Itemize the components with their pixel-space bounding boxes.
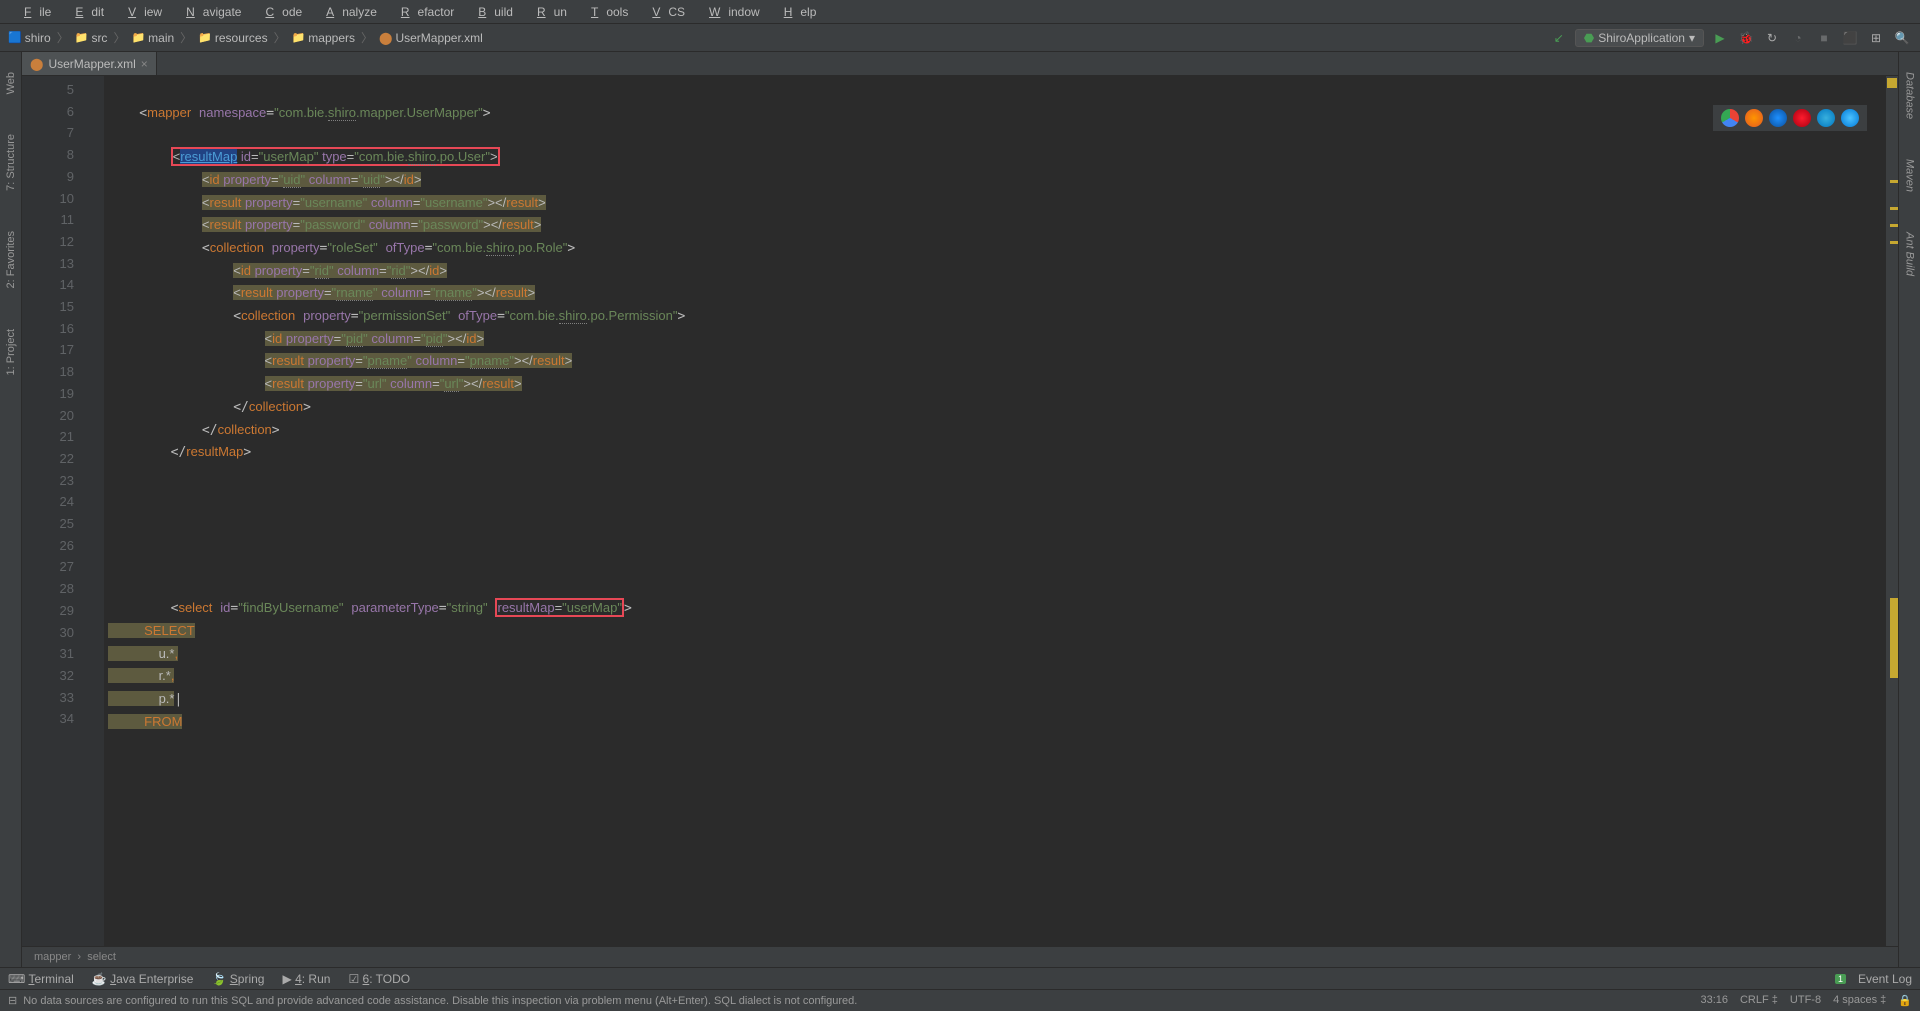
coverage-button[interactable]: ↻: [1762, 28, 1782, 48]
menu-bar: FileEditViewNavigateCodeAnalyzeRefactorB…: [0, 0, 1920, 24]
menu-run[interactable]: Run: [521, 3, 575, 21]
breadcrumb-shiro[interactable]: 🟦 shiro: [8, 31, 51, 45]
opera-icon[interactable]: [1793, 109, 1811, 127]
ie-icon[interactable]: [1817, 109, 1835, 127]
event-log[interactable]: Event Log: [1858, 972, 1912, 986]
tool-web[interactable]: Web: [5, 72, 17, 94]
tool-antbuild[interactable]: Ant Build: [1904, 232, 1916, 276]
menu-code[interactable]: Code: [249, 3, 310, 21]
menu-view[interactable]: View: [112, 3, 170, 21]
git-update-icon[interactable]: ⬛: [1840, 28, 1860, 48]
menu-edit[interactable]: Edit: [59, 3, 112, 21]
git-pull-icon[interactable]: ↙: [1549, 28, 1569, 48]
breadcrumb-mappers[interactable]: 📁 mappers: [292, 31, 355, 45]
menu-file[interactable]: File: [8, 3, 59, 21]
tool-project[interactable]: 1: Project: [5, 329, 17, 375]
code-editor[interactable]: 5678910111213141516171819202122232425262…: [22, 76, 1898, 946]
menu-navigate[interactable]: Navigate: [170, 3, 249, 21]
run-button[interactable]: ▶: [1710, 28, 1730, 48]
code-structure-breadcrumb[interactable]: mapper › select: [22, 946, 1898, 967]
caret-position[interactable]: 33:16: [1700, 994, 1728, 1007]
editor-tabs: ⬤ UserMapper.xml ×: [22, 52, 1898, 76]
menu-build[interactable]: Build: [462, 3, 521, 21]
run-config-select[interactable]: ⬣ ShiroApplication ▾: [1575, 29, 1704, 47]
tool-database[interactable]: Database: [1904, 72, 1916, 119]
menu-refactor[interactable]: Refactor: [385, 3, 462, 21]
breadcrumb: 🟦 shiro〉📁 src〉📁 main〉📁 resources〉📁 mappe…: [8, 29, 483, 46]
line-gutter: 5678910111213141516171819202122232425262…: [22, 76, 92, 946]
navigation-toolbar: 🟦 shiro〉📁 src〉📁 main〉📁 resources〉📁 mappe…: [0, 24, 1920, 52]
tool-structure[interactable]: 7: Structure: [5, 134, 17, 191]
status-message: No data sources are configured to run th…: [23, 995, 857, 1007]
tool-favorites[interactable]: 2: Favorites: [5, 231, 17, 288]
breadcrumb-main[interactable]: 📁 main: [131, 31, 174, 45]
menu-tools[interactable]: Tools: [575, 3, 636, 21]
menu-analyze[interactable]: Analyze: [310, 3, 385, 21]
safari-icon[interactable]: [1769, 109, 1787, 127]
error-stripe[interactable]: [1886, 76, 1898, 946]
left-tool-stripe: Web 7: Structure 2: Favorites 1: Project: [0, 52, 22, 967]
debug-button[interactable]: 🐞: [1736, 28, 1756, 48]
firefox-icon[interactable]: [1745, 109, 1763, 127]
tool-run[interactable]: ▶ 4: Run: [282, 972, 330, 986]
encoding[interactable]: UTF-8: [1790, 994, 1821, 1007]
lock-icon[interactable]: 🔒: [1898, 994, 1912, 1007]
event-badge: 1: [1835, 974, 1846, 984]
status-icon[interactable]: ⊟: [8, 994, 17, 1007]
edge-icon[interactable]: [1841, 109, 1859, 127]
bottom-tool-stripe: ⌨ Terminal ☕ Java Enterprise 🍃 Spring ▶ 4: …: [0, 967, 1920, 989]
browser-preview-bar: [1712, 104, 1868, 132]
line-ending[interactable]: CRLF ‡: [1740, 994, 1778, 1007]
tool-javaenterprise[interactable]: ☕ Java Enterprise: [92, 972, 194, 986]
menu-help[interactable]: Help: [768, 3, 825, 21]
menu-vcs[interactable]: VCS: [636, 3, 693, 21]
tool-spring[interactable]: 🍃 Spring: [211, 972, 264, 986]
right-tool-stripe: Database Maven Ant Build: [1898, 52, 1920, 967]
close-icon[interactable]: ×: [141, 57, 148, 71]
breadcrumb-src[interactable]: 📁 src: [75, 31, 108, 45]
chrome-icon[interactable]: [1721, 109, 1739, 127]
search-everywhere-icon[interactable]: 🔍: [1892, 28, 1912, 48]
status-bar: ⊟ No data sources are configured to run …: [0, 989, 1920, 1011]
tool-todo[interactable]: ☑ 6: TODO: [348, 972, 410, 986]
menu-window[interactable]: Window: [693, 3, 768, 21]
indent[interactable]: 4 spaces ‡: [1833, 994, 1886, 1007]
tab-usermapper[interactable]: ⬤ UserMapper.xml ×: [22, 52, 157, 75]
breadcrumb-resources[interactable]: 📁 resources: [198, 31, 267, 45]
stop-button[interactable]: ■: [1814, 28, 1834, 48]
tool-terminal[interactable]: ⌨ Terminal: [8, 972, 74, 986]
ide-settings-icon[interactable]: ⊞: [1866, 28, 1886, 48]
profile-button[interactable]: ◔: [1788, 28, 1808, 48]
breadcrumb-usermapper.xml[interactable]: ⬤ UserMapper.xml: [379, 31, 483, 45]
tool-maven[interactable]: Maven: [1904, 159, 1916, 192]
